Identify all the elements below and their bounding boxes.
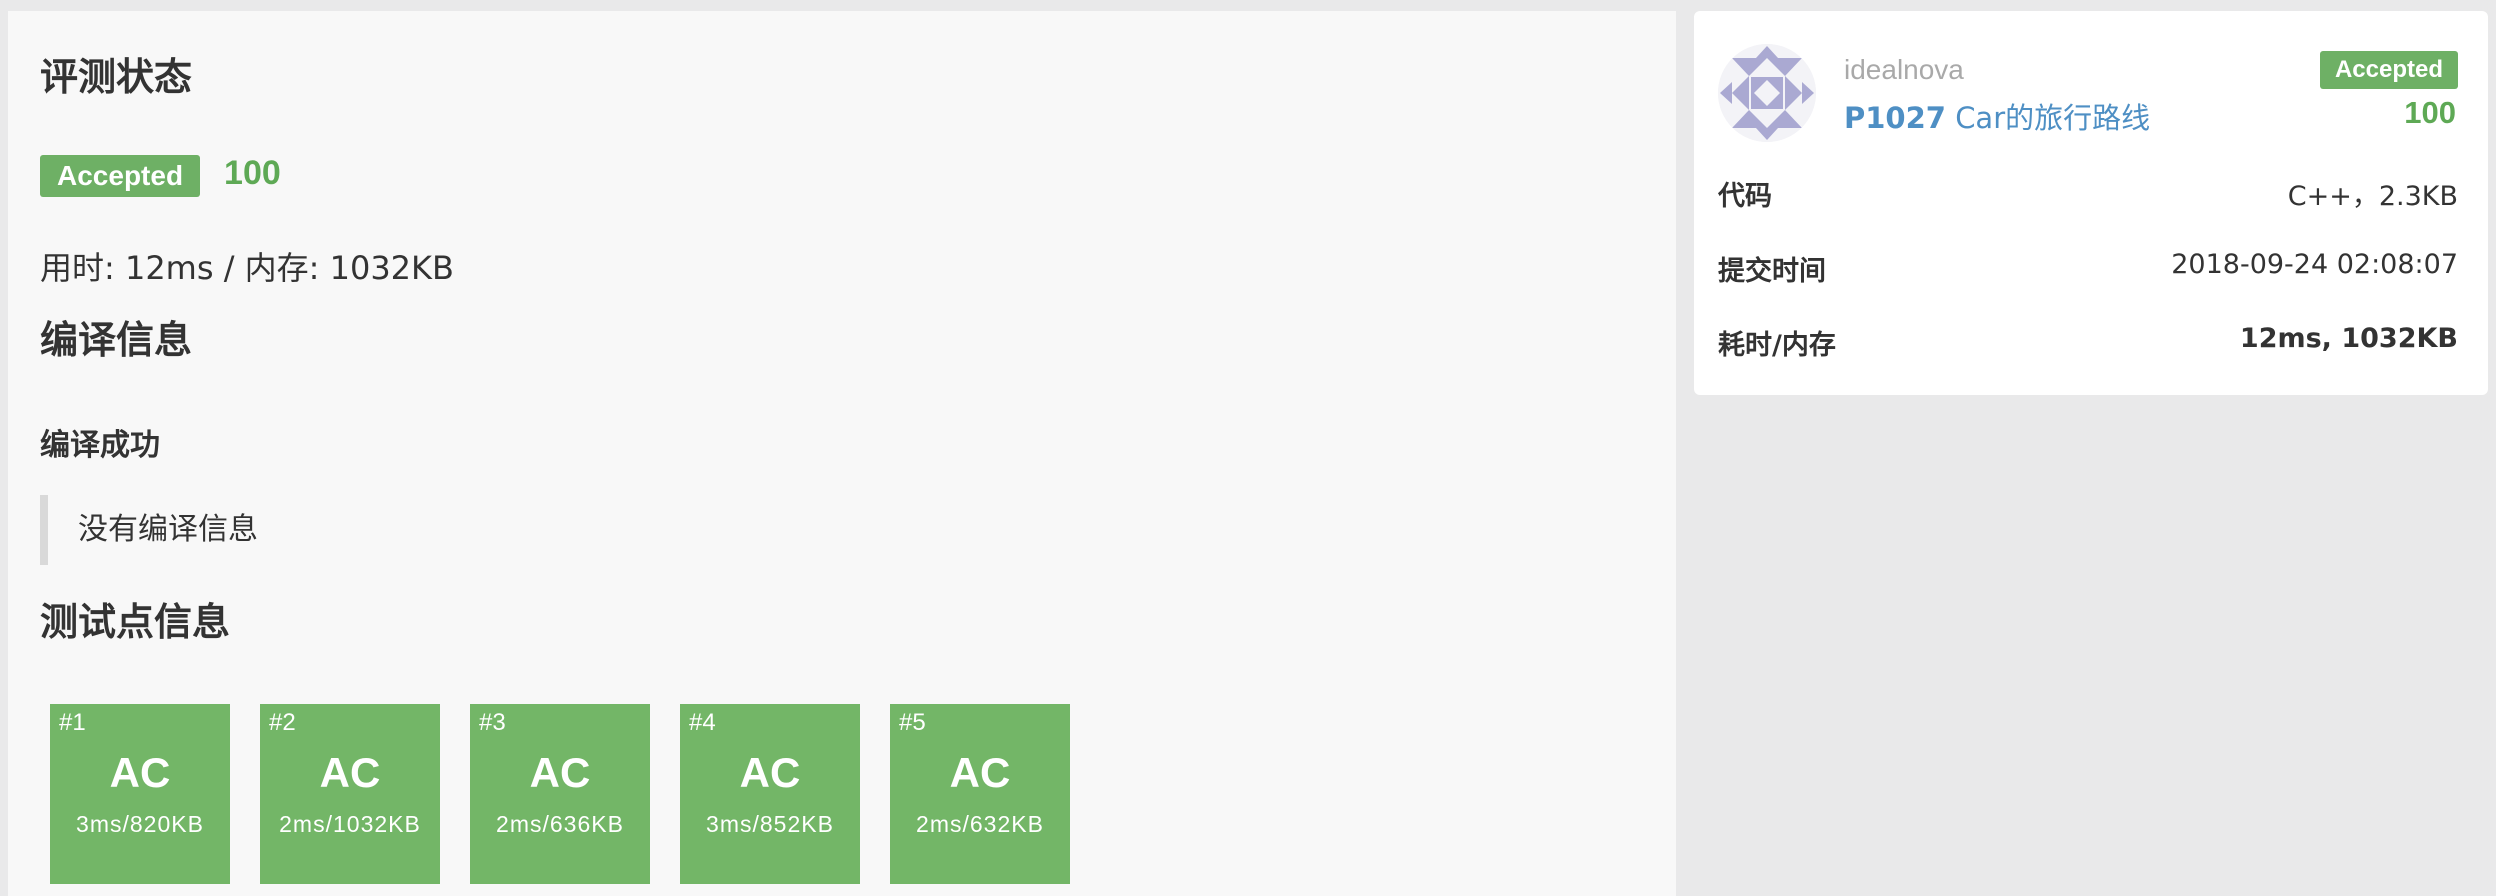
- side-score-value: 100: [2404, 95, 2456, 130]
- submit-time-label: 提交时间: [1718, 256, 1826, 287]
- problem-title: Car的旅行路线: [1955, 101, 2151, 135]
- code-value: C++，2.3KB: [2287, 181, 2458, 212]
- test-case-id: #3: [479, 709, 506, 736]
- compile-heading: 编译信息: [40, 318, 193, 362]
- info-row-code: 代码 C++，2.3KB: [1718, 174, 2458, 214]
- test-case[interactable]: #1 AC 3ms/820KB: [50, 704, 230, 884]
- test-case[interactable]: #2 AC 2ms/1032KB: [260, 704, 440, 884]
- test-case-status: AC: [529, 749, 591, 796]
- identicon-avatar-icon[interactable]: [1718, 44, 1816, 142]
- resource-value: 12ms, 1032KB: [2239, 323, 2458, 354]
- test-case-status: AC: [109, 749, 171, 796]
- status-badge: Accepted: [40, 155, 201, 197]
- test-case-status: AC: [739, 749, 801, 796]
- test-case-id: #2: [269, 709, 296, 736]
- compile-result: 编译成功: [40, 428, 160, 463]
- status-heading: 评测状态: [40, 55, 193, 99]
- test-case-result: 2ms/1032KB: [279, 811, 421, 837]
- submit-time-value: 2018-09-24 02:08:07: [2171, 249, 2458, 280]
- compile-message: 没有编译信息: [40, 495, 840, 565]
- problem-id: P1027: [1844, 101, 1946, 135]
- test-case-id: #1: [59, 709, 86, 736]
- status-row: Accepted 100: [40, 153, 281, 199]
- resource-label: 耗时/内存: [1718, 330, 1836, 361]
- test-case-result: 2ms/636KB: [496, 811, 624, 837]
- test-case-status: AC: [949, 749, 1011, 796]
- test-case-status: AC: [319, 749, 381, 796]
- test-case-id: #4: [689, 709, 716, 736]
- test-case[interactable]: #5 AC 2ms/632KB: [890, 704, 1070, 884]
- resource-usage: 用时: 12ms / 内存: 1032KB: [40, 249, 454, 287]
- submission-summary-card: idealnova P1027 Car的旅行路线 Accepted 100 代码…: [1694, 11, 2488, 395]
- info-row-resource: 耗时/内存 12ms, 1032KB: [1718, 323, 2458, 363]
- code-label: 代码: [1718, 181, 1772, 212]
- problem-link[interactable]: P1027 Car的旅行路线: [1844, 95, 2150, 137]
- test-case-id: #5: [899, 709, 926, 736]
- test-case-result: 2ms/632KB: [916, 811, 1044, 837]
- tests-heading: 测试点信息: [40, 600, 231, 644]
- test-case-result: 3ms/852KB: [706, 811, 834, 837]
- test-case-result: 3ms/820KB: [76, 811, 204, 837]
- test-case[interactable]: #3 AC 2ms/636KB: [470, 704, 650, 884]
- test-case-list: #1 AC 3ms/820KB #2 AC 2ms/1032KB #3 AC 2…: [50, 704, 1100, 884]
- record-main-panel: 评测状态 Accepted 100 用时: 12ms / 内存: 1032KB …: [8, 11, 1676, 896]
- test-case[interactable]: #4 AC 3ms/852KB: [680, 704, 860, 884]
- side-status-badge: Accepted: [2319, 51, 2458, 89]
- username-link[interactable]: idealnova: [1844, 54, 1964, 86]
- score-value: 100: [224, 153, 281, 192]
- info-row-submit-time: 提交时间 2018-09-24 02:08:07: [1718, 249, 2458, 289]
- identicon-graphic: [1718, 44, 1816, 142]
